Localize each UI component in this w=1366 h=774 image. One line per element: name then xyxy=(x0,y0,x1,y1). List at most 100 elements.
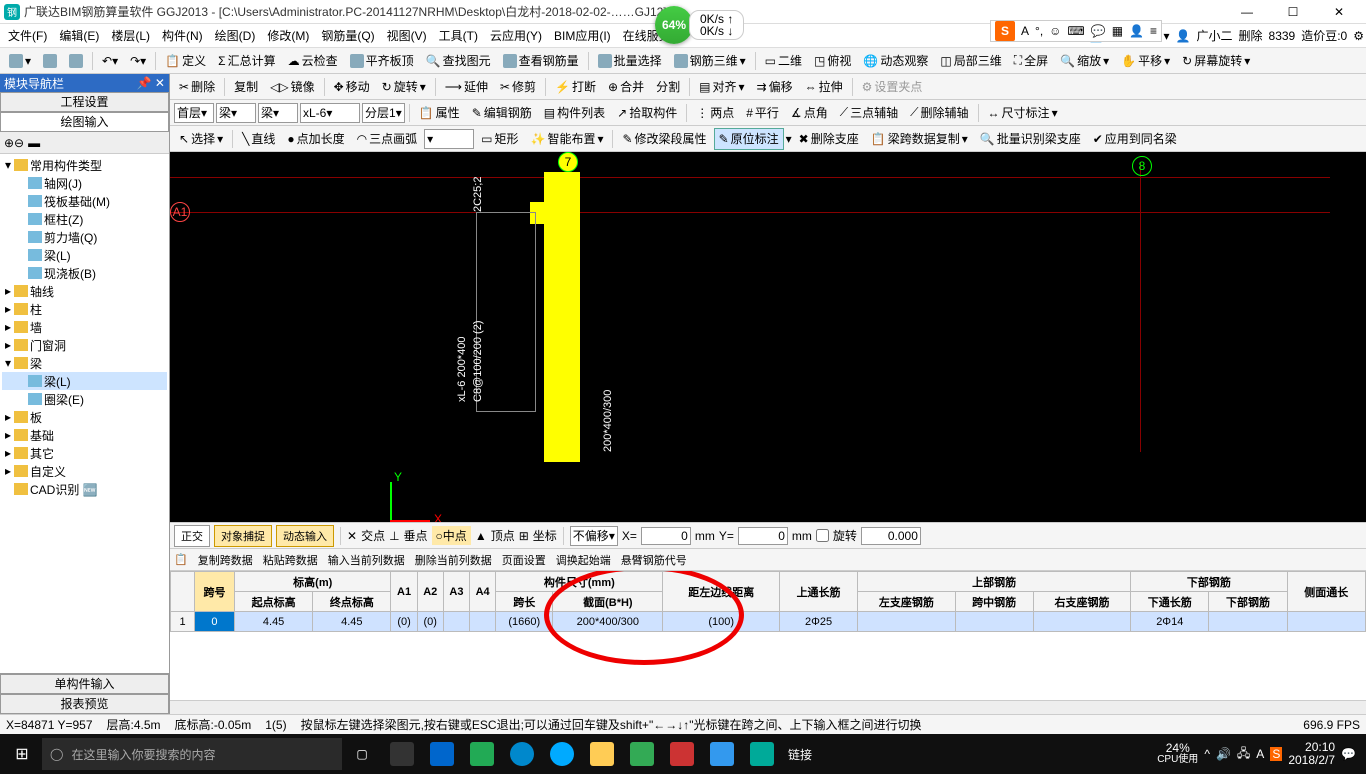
span-copy-button[interactable]: 📋梁跨数据复制▾ xyxy=(866,128,973,150)
del-support-button[interactable]: ✖删除支座 xyxy=(794,128,864,150)
tree-node[interactable]: ▸板 xyxy=(2,408,167,426)
tree-node[interactable]: ▸墙 xyxy=(2,318,167,336)
orbit-button[interactable]: 🌐动态观察 xyxy=(858,50,933,72)
explorer-icon[interactable] xyxy=(582,734,622,774)
tree-node[interactable]: ▸其它 xyxy=(2,444,167,462)
edge-icon[interactable] xyxy=(502,734,542,774)
floor-select[interactable]: 首层▾ xyxy=(174,103,214,123)
app-icon-4[interactable] xyxy=(622,734,662,774)
app-icon-1[interactable] xyxy=(382,734,422,774)
menu-floor[interactable]: 楼层(L) xyxy=(105,25,156,47)
tree-node[interactable]: 筏板基础(M) xyxy=(2,192,167,210)
merge-tool[interactable]: ⊕合并 xyxy=(603,76,649,98)
align-top-button[interactable]: 平齐板顶 xyxy=(345,50,419,72)
rotate-tool[interactable]: ↻旋转▾ xyxy=(377,76,431,98)
tab-draw-input[interactable]: 绘图输入 xyxy=(0,112,169,132)
rotate-checkbox[interactable] xyxy=(816,529,829,542)
type-select[interactable]: 梁▾ xyxy=(258,103,298,123)
align-tool[interactable]: ▤对齐▾ xyxy=(694,76,749,98)
smart-layout-tool[interactable]: ✨智能布置▾ xyxy=(525,128,608,150)
tray-net-icon[interactable]: 🖧 xyxy=(1237,744,1250,765)
taskbar-search[interactable]: ◯ 在这里输入你要搜索的内容 xyxy=(42,738,342,770)
tree-node[interactable]: 框柱(Z) xyxy=(2,210,167,228)
hscroll[interactable] xyxy=(170,700,1366,714)
menu-modify[interactable]: 修改(M) xyxy=(261,25,315,47)
drawing-canvas[interactable]: A1 7 8 xL-6 200*400 C8@100/200 (2) 2C25;… xyxy=(170,152,1366,522)
line-tool[interactable]: ╲直线 xyxy=(237,128,280,150)
tree-node[interactable]: 轴网(J) xyxy=(2,174,167,192)
grip-tool[interactable]: ⚙设置夹点 xyxy=(857,76,928,98)
component-tree[interactable]: ▾常用构件类型轴网(J)筏板基础(M)框柱(Z)剪力墙(Q)梁(L)现浇板(B)… xyxy=(0,154,169,673)
start-button[interactable]: ⊞ xyxy=(2,734,42,774)
stretch-tool[interactable]: ⇔拉伸 xyxy=(800,76,848,98)
save-button[interactable] xyxy=(64,50,88,72)
input-col-data[interactable]: 输入当前列数据 xyxy=(328,552,405,568)
two-point-button[interactable]: ⋮两点 xyxy=(691,102,739,124)
table-row[interactable]: 1 0 4.454.45 (0)(0) (1660)200*400/300(10… xyxy=(171,612,1366,632)
tab-report[interactable]: 报表预览 xyxy=(0,694,169,714)
undo-button[interactable]: ↶▾ xyxy=(97,50,123,72)
dyn-toggle[interactable]: 动态输入 xyxy=(276,525,334,547)
tree-node[interactable]: 梁(L) xyxy=(2,246,167,264)
point-length-tool[interactable]: ●点加长度 xyxy=(282,128,349,150)
view-rebar-button[interactable]: 查看钢筋量 xyxy=(498,50,584,72)
pan-button[interactable]: ✋平移▾ xyxy=(1116,50,1175,72)
y-input[interactable] xyxy=(738,527,788,545)
app-icon-2[interactable] xyxy=(422,734,462,774)
local-3d-button[interactable]: ◫局部三维 xyxy=(935,50,1006,72)
break-tool[interactable]: ⚡打断 xyxy=(550,76,601,98)
tab-single-input[interactable]: 单构件输入 xyxy=(0,674,169,694)
tree-node[interactable]: ▸轴线 xyxy=(2,282,167,300)
menu-file[interactable]: 文件(F) xyxy=(2,25,53,47)
cantilever-code[interactable]: 悬臂钢筋代号 xyxy=(621,552,687,568)
tree-node[interactable]: ▾梁 xyxy=(2,354,167,372)
mirror-tool[interactable]: ◁▷镜像 xyxy=(265,76,319,98)
app-icon-3[interactable] xyxy=(462,734,502,774)
zoom-button[interactable]: 🔍缩放▾ xyxy=(1055,50,1114,72)
minimize-button[interactable]: — xyxy=(1224,0,1270,24)
find-button[interactable]: 🔍查找图元 xyxy=(421,50,496,72)
taskbar-clock[interactable]: 20:102018/2/7 xyxy=(1288,741,1335,767)
maximize-button[interactable]: ☐ xyxy=(1270,0,1316,24)
delete-link[interactable]: 删除 xyxy=(1239,27,1263,44)
arc-tool[interactable]: ◠三点画弧 xyxy=(352,128,423,150)
rect-tool[interactable]: ▭矩形 xyxy=(476,128,523,150)
tree-node[interactable]: 剪力墙(Q) xyxy=(2,228,167,246)
copy-span-data[interactable]: 复制跨数据 xyxy=(198,552,253,568)
2d-button[interactable]: ▭二维 xyxy=(760,50,807,72)
comp-list-button[interactable]: ▤构件列表 xyxy=(539,102,610,124)
copy-tool[interactable]: 复制 xyxy=(229,76,263,98)
pin-icon[interactable]: 📌 ✕ xyxy=(137,76,165,90)
paste-span-data[interactable]: 粘贴跨数据 xyxy=(263,552,318,568)
menu-bim[interactable]: BIM应用(I) xyxy=(548,25,617,47)
dimension-button[interactable]: ↔尺寸标注▾ xyxy=(983,102,1063,124)
ime-toolbar[interactable]: S A°, ☺⌨ 💬▦ 👤≡ xyxy=(990,20,1162,42)
tree-node[interactable]: 梁(L) xyxy=(2,372,167,390)
top-view-button[interactable]: ◳俯视 xyxy=(809,50,856,72)
menu-rebar[interactable]: 钢筋量(Q) xyxy=(315,25,380,47)
del-aux-button[interactable]: ⟋删除辅轴 xyxy=(905,102,973,124)
menu-view[interactable]: 视图(V) xyxy=(381,25,433,47)
edit-rebar-button[interactable]: ✎编辑钢筋 xyxy=(467,102,537,124)
swap-ends[interactable]: 调换起始端 xyxy=(556,552,611,568)
app-icon-7[interactable] xyxy=(742,734,782,774)
move-tool[interactable]: ✥移动 xyxy=(329,76,375,98)
del-col-data[interactable]: 删除当前列数据 xyxy=(415,552,492,568)
tree-node[interactable]: ▸门窗洞 xyxy=(2,336,167,354)
new-button[interactable]: ▾ xyxy=(4,50,36,72)
offset-select[interactable]: 不偏移▾ xyxy=(570,526,618,546)
ortho-toggle[interactable]: 正交 xyxy=(174,525,210,547)
tree-node[interactable]: ▾常用构件类型 xyxy=(2,156,167,174)
three-point-aux-button[interactable]: ⟋三点辅轴 xyxy=(835,102,903,124)
tray-up-icon[interactable]: ^ xyxy=(1204,747,1210,761)
define-button[interactable]: 📋定义 xyxy=(160,50,211,72)
open-button[interactable] xyxy=(38,50,62,72)
rotate-input[interactable] xyxy=(861,527,921,545)
tree-node[interactable]: CAD识别 🆕 xyxy=(2,480,167,498)
delete-tool[interactable]: ✂删除 xyxy=(174,76,220,98)
extend-tool[interactable]: ⟶延伸 xyxy=(440,76,493,98)
prop-button[interactable]: 📋属性 xyxy=(414,102,465,124)
span-data-grid[interactable]: 跨号 标高(m) A1 A2 A3 A4 构件尺寸(mm) 距左边线距离 上通长… xyxy=(170,570,1366,700)
in-place-annotate-button[interactable]: ✎原位标注 xyxy=(714,128,784,150)
tree-node[interactable]: ▸自定义 xyxy=(2,462,167,480)
